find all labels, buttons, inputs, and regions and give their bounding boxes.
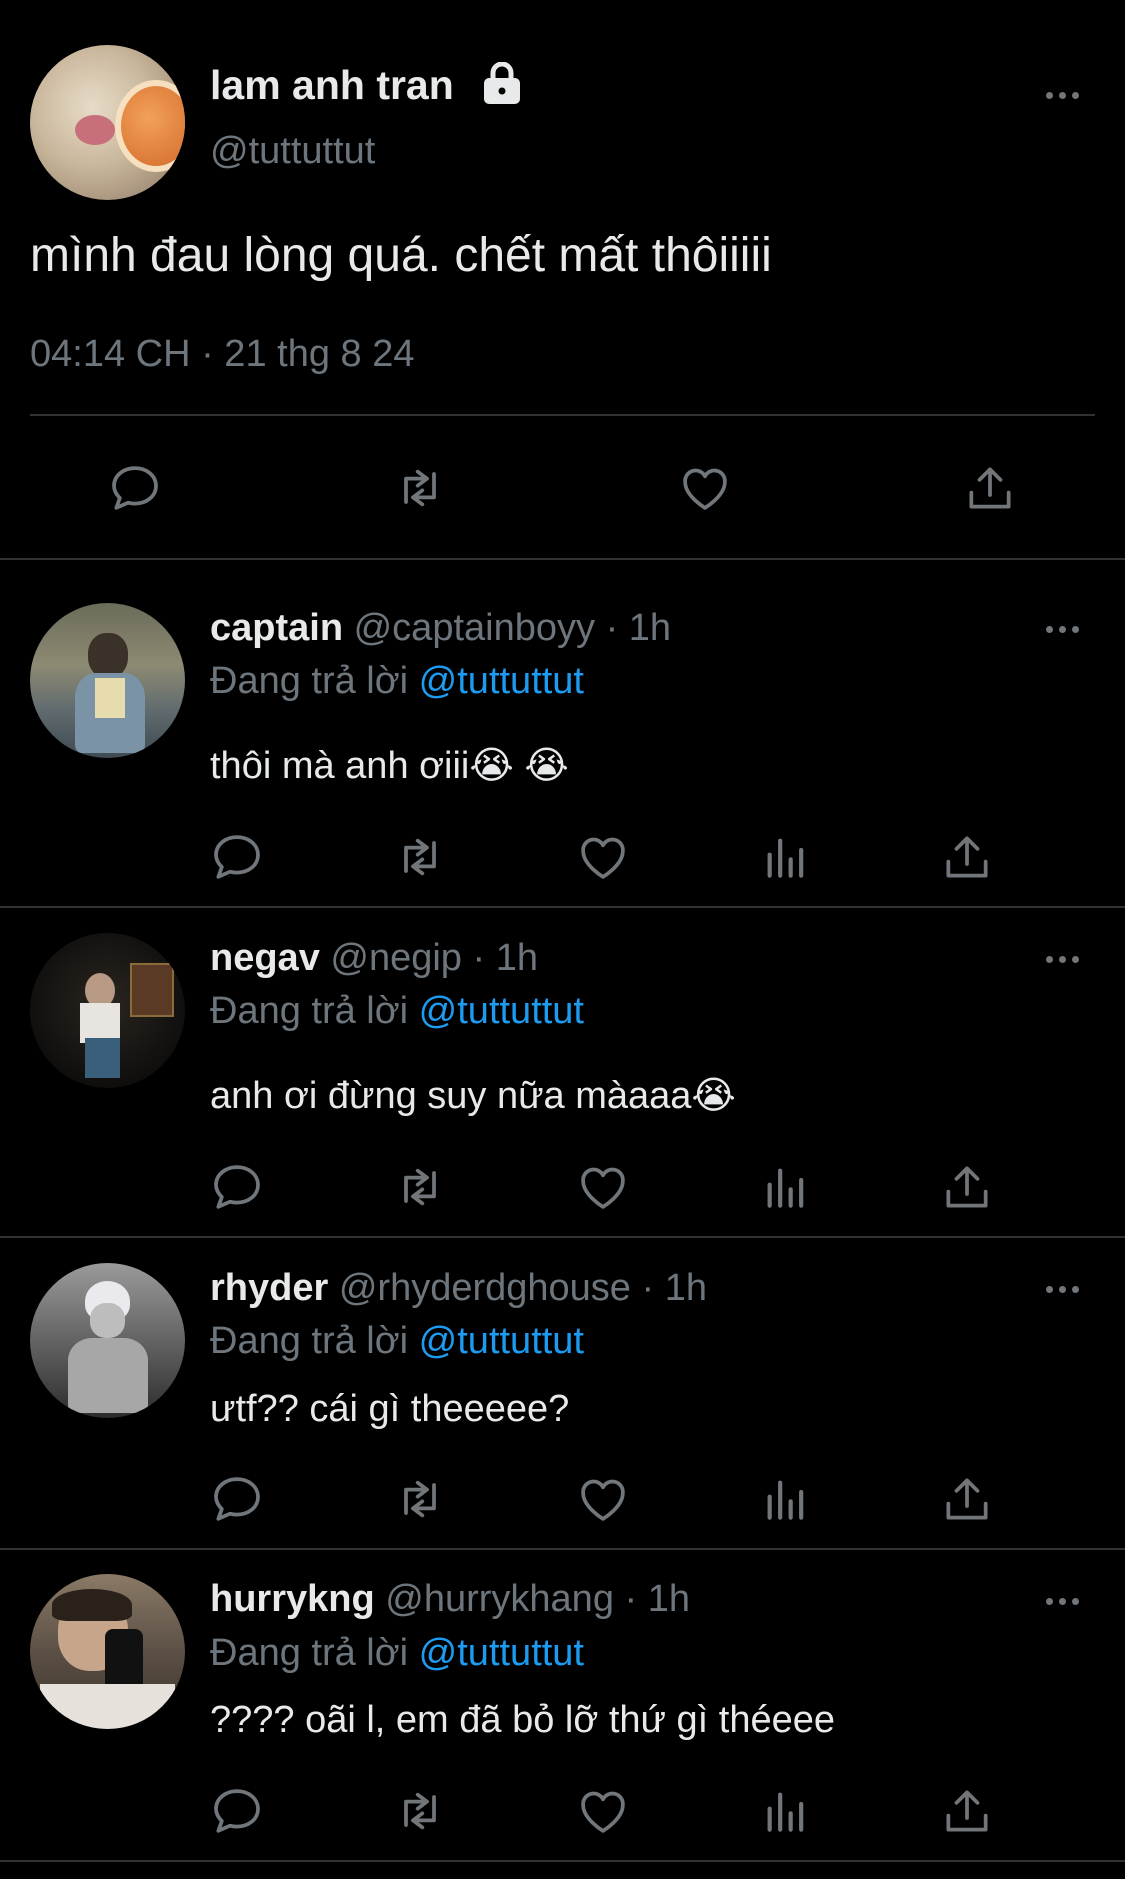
retweet-icon[interactable] <box>390 1781 450 1841</box>
views-icon[interactable] <box>756 1469 816 1529</box>
section-divider <box>0 1236 1125 1238</box>
replying-to-label: Đang trả lời <box>210 660 409 702</box>
replying-to-label: Đang trả lời <box>210 1632 409 1674</box>
views-icon[interactable] <box>756 1781 816 1841</box>
replying-to-handle[interactable]: @tuttuttut <box>419 660 584 702</box>
section-divider <box>0 558 1125 560</box>
replying-to: Đang trả lời @tuttuttut <box>210 660 584 703</box>
reply-icon[interactable] <box>207 1157 267 1217</box>
replying-to-handle[interactable]: @tuttuttut <box>419 990 584 1032</box>
views-icon[interactable] <box>756 1157 816 1217</box>
reply-display-name[interactable]: negav <box>210 937 320 979</box>
reply-display-name[interactable]: captain <box>210 607 343 649</box>
reply-time: · 1h <box>605 607 672 649</box>
like-icon[interactable] <box>573 1157 633 1217</box>
replying-to: Đang trả lời @tuttuttut <box>210 1632 584 1675</box>
reply-handle[interactable]: @captainboyy <box>354 607 595 649</box>
retweet-icon[interactable] <box>390 1157 450 1217</box>
section-divider <box>0 1860 1125 1862</box>
replying-to-handle[interactable]: @tuttuttut <box>419 1320 584 1362</box>
reply-time: · 1h <box>472 937 538 979</box>
section-divider <box>0 1548 1125 1550</box>
more-options-icon[interactable] <box>1032 80 1092 110</box>
author-avatar[interactable] <box>30 45 185 200</box>
reply-header: negav @negip · 1h <box>210 937 538 980</box>
replying-to: Đang trả lời @tuttuttut <box>210 1320 584 1363</box>
reply-header: rhyder @rhyderdghouse · 1h <box>210 1267 707 1310</box>
author-handle[interactable]: @tuttuttut <box>210 130 375 173</box>
like-icon[interactable] <box>675 458 735 518</box>
tweet-timestamp: 04:14 CH · 21 thg 8 24 <box>30 333 415 375</box>
share-icon[interactable] <box>937 1469 997 1529</box>
more-options-icon[interactable] <box>1032 614 1092 644</box>
avatar[interactable] <box>30 603 185 758</box>
reply-display-name[interactable]: rhyder <box>210 1267 328 1309</box>
reply-text: ???? oãi l, em đã bỏ lỡ thứ gì théeee <box>210 1699 835 1741</box>
replying-to: Đang trả lời @tuttuttut <box>210 990 584 1033</box>
retweet-icon[interactable] <box>390 1469 450 1529</box>
reply-icon[interactable] <box>207 1781 267 1841</box>
views-icon[interactable] <box>756 827 816 887</box>
replying-to-label: Đang trả lời <box>210 990 409 1032</box>
reply-icon[interactable] <box>207 827 267 887</box>
share-icon[interactable] <box>937 1157 997 1217</box>
like-icon[interactable] <box>573 1469 633 1529</box>
reply-header: hurrykng @hurrykhang · 1h <box>210 1578 690 1621</box>
replying-to-handle[interactable]: @tuttuttut <box>419 1632 584 1674</box>
avatar[interactable] <box>30 933 185 1088</box>
reply-time: · 1h <box>641 1267 707 1309</box>
retweet-icon[interactable] <box>390 827 450 887</box>
lock-icon <box>482 61 522 106</box>
reply-display-name[interactable]: hurrykng <box>210 1578 375 1620</box>
avatar[interactable] <box>30 1574 185 1729</box>
share-icon[interactable] <box>960 458 1020 518</box>
reply-icon[interactable] <box>105 458 165 518</box>
reply-icon[interactable] <box>207 1469 267 1529</box>
reply-text: thôi mà anh ơiii😭 😭 <box>210 745 569 787</box>
share-icon[interactable] <box>937 827 997 887</box>
retweet-icon[interactable] <box>390 458 450 518</box>
author-display-name[interactable]: lam anh tran <box>210 62 454 109</box>
reply-time: · 1h <box>624 1578 690 1620</box>
reply-handle[interactable]: @rhyderdghouse <box>339 1267 631 1309</box>
avatar[interactable] <box>30 1263 185 1418</box>
like-icon[interactable] <box>573 1781 633 1841</box>
reply-header: captain @captainboyy · 1h <box>210 607 671 650</box>
reply-handle[interactable]: @negip <box>330 937 462 979</box>
like-icon[interactable] <box>573 827 633 887</box>
replying-to-label: Đang trả lời <box>210 1320 409 1362</box>
more-options-icon[interactable] <box>1032 1586 1092 1616</box>
reply-text: anh ơi đừng suy nữa màaaa😭 <box>210 1075 736 1117</box>
more-options-icon[interactable] <box>1032 944 1092 974</box>
tweet-text: mình đau lòng quá. chết mất thôiiiii <box>30 229 772 282</box>
reply-handle[interactable]: @hurrykhang <box>385 1578 614 1620</box>
share-icon[interactable] <box>937 1781 997 1841</box>
reply-text: ưtf?? cái gì theeeee? <box>210 1388 570 1430</box>
tweet-divider <box>30 414 1095 416</box>
section-divider <box>0 906 1125 908</box>
more-options-icon[interactable] <box>1032 1274 1092 1304</box>
